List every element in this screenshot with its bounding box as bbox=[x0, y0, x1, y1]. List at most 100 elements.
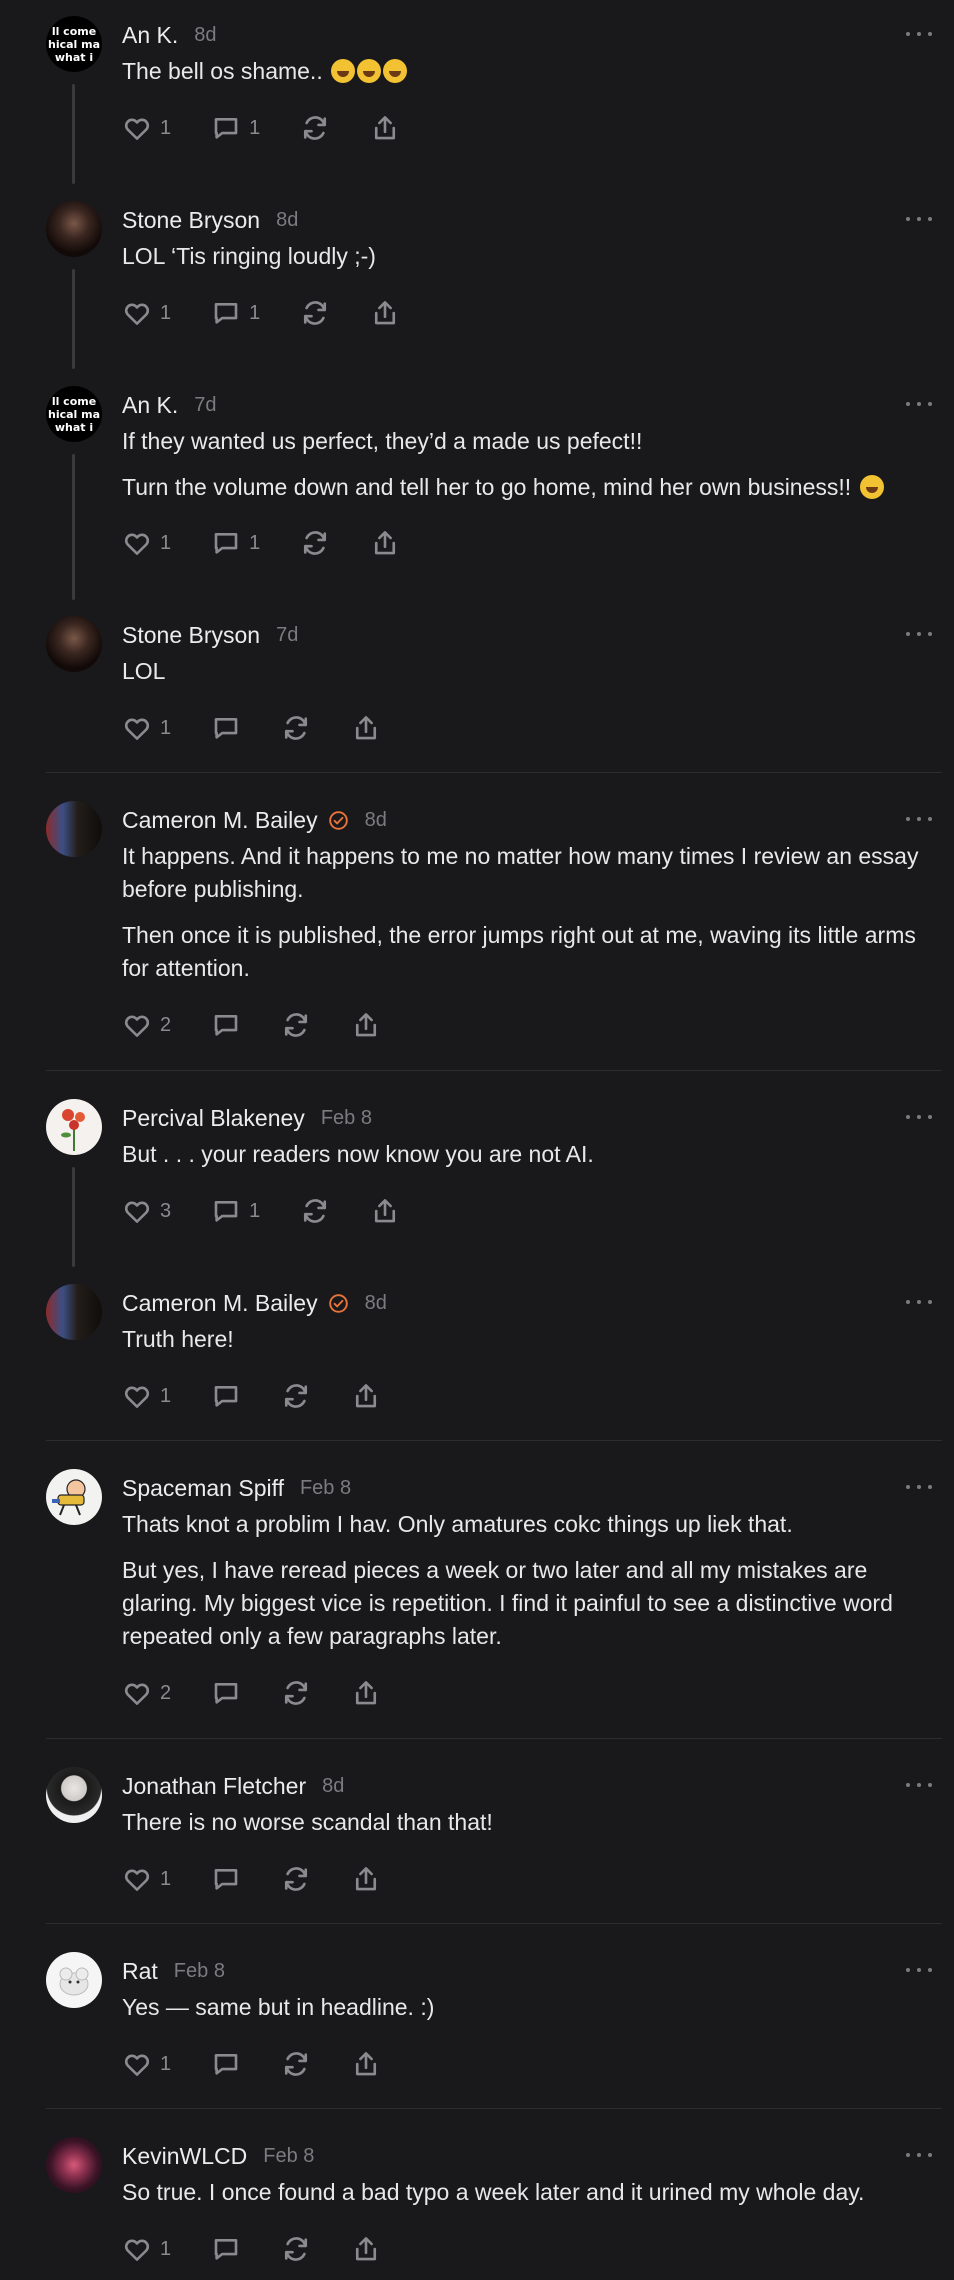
restack-button[interactable] bbox=[281, 2234, 311, 2264]
like-button[interactable]: 1 bbox=[122, 713, 171, 743]
laughing-emoji-icon bbox=[859, 475, 884, 499]
share-button[interactable] bbox=[351, 2049, 381, 2079]
timestamp[interactable]: Feb 8 bbox=[321, 1107, 372, 1130]
like-button[interactable]: 1 bbox=[122, 298, 171, 328]
comment-header: Cameron M. Bailey 8d bbox=[122, 805, 387, 835]
author-name[interactable]: Cameron M. Bailey bbox=[122, 1290, 318, 1317]
like-button[interactable]: 1 bbox=[122, 528, 171, 558]
more-options-button[interactable] bbox=[906, 1773, 932, 1797]
like-button[interactable]: 1 bbox=[122, 2049, 171, 2079]
more-options-button[interactable] bbox=[906, 1958, 932, 1982]
comment-actions: 1 1 bbox=[122, 526, 440, 560]
share-button[interactable] bbox=[351, 713, 381, 743]
share-button[interactable] bbox=[370, 113, 400, 143]
timestamp[interactable]: 8d bbox=[365, 809, 387, 832]
avatar[interactable] bbox=[46, 616, 102, 672]
more-options-button[interactable] bbox=[906, 1475, 932, 1499]
heart-icon bbox=[124, 1201, 150, 1223]
avatar[interactable] bbox=[46, 1284, 102, 1340]
comment-paragraph: But . . . your readers now know you are … bbox=[122, 1141, 594, 1167]
reply-button[interactable]: 1 bbox=[211, 113, 260, 143]
avatar[interactable] bbox=[46, 2137, 102, 2193]
timestamp[interactable]: 7d bbox=[194, 394, 216, 417]
avatar[interactable] bbox=[46, 1469, 102, 1525]
share-button[interactable] bbox=[351, 1010, 381, 1040]
avatar[interactable] bbox=[46, 201, 102, 257]
like-button[interactable]: 1 bbox=[122, 1381, 171, 1411]
reply-button[interactable] bbox=[211, 2234, 241, 2264]
reply-button[interactable] bbox=[211, 1381, 241, 1411]
reply-button[interactable]: 1 bbox=[211, 298, 260, 328]
like-button[interactable]: 3 bbox=[122, 1196, 171, 1226]
more-options-button[interactable] bbox=[906, 622, 932, 646]
avatar[interactable] bbox=[46, 1952, 102, 2008]
timestamp[interactable]: 8d bbox=[365, 1292, 387, 1315]
like-button[interactable]: 2 bbox=[122, 1010, 171, 1040]
reply-button[interactable] bbox=[211, 713, 241, 743]
thread-line bbox=[72, 1167, 75, 1267]
like-count: 2 bbox=[160, 1013, 172, 1036]
timestamp[interactable]: Feb 8 bbox=[300, 1477, 351, 1500]
more-options-button[interactable] bbox=[906, 392, 932, 416]
restack-button[interactable] bbox=[300, 1196, 330, 1226]
avatar[interactable] bbox=[46, 801, 102, 857]
restack-button[interactable] bbox=[300, 113, 330, 143]
author-name[interactable]: Spaceman Spiff bbox=[122, 1475, 284, 1502]
more-options-button[interactable] bbox=[906, 1105, 932, 1129]
author-name[interactable]: Rat bbox=[122, 1958, 158, 1985]
thread-line bbox=[72, 454, 75, 600]
timestamp[interactable]: Feb 8 bbox=[174, 1960, 225, 1983]
restack-button[interactable] bbox=[281, 1010, 311, 1040]
author-name[interactable]: Cameron M. Bailey bbox=[122, 807, 318, 834]
more-options-button[interactable] bbox=[906, 1290, 932, 1314]
share-button[interactable] bbox=[351, 2234, 381, 2264]
share-button[interactable] bbox=[370, 298, 400, 328]
restack-button[interactable] bbox=[281, 1381, 311, 1411]
reply-button[interactable] bbox=[211, 1864, 241, 1894]
author-name[interactable]: An K. bbox=[122, 22, 178, 49]
restack-button[interactable] bbox=[300, 298, 330, 328]
author-name[interactable]: An K. bbox=[122, 392, 178, 419]
restack-button[interactable] bbox=[300, 528, 330, 558]
author-name[interactable]: Percival Blakeney bbox=[122, 1105, 305, 1132]
more-options-button[interactable] bbox=[906, 22, 932, 46]
timestamp[interactable]: Feb 8 bbox=[263, 2145, 314, 2168]
restack-button[interactable] bbox=[281, 1864, 311, 1894]
reply-button[interactable]: 1 bbox=[211, 528, 260, 558]
more-options-button[interactable] bbox=[906, 207, 932, 231]
comment-header: KevinWLCD Feb 8 bbox=[122, 2141, 314, 2171]
heart-icon bbox=[124, 1683, 150, 1705]
avatar[interactable]: ll come hical ma what i bbox=[46, 16, 102, 72]
more-options-button[interactable] bbox=[906, 807, 932, 831]
like-count: 1 bbox=[160, 531, 172, 554]
author-name[interactable]: KevinWLCD bbox=[122, 2143, 247, 2170]
timestamp[interactable]: 7d bbox=[276, 624, 298, 647]
like-button[interactable]: 1 bbox=[122, 1864, 171, 1894]
heart-icon bbox=[124, 533, 150, 555]
author-name[interactable]: Stone Bryson bbox=[122, 622, 260, 649]
reply-button[interactable]: 1 bbox=[211, 1196, 260, 1226]
timestamp[interactable]: 8d bbox=[194, 24, 216, 47]
timestamp[interactable]: 8d bbox=[322, 1775, 344, 1798]
share-button[interactable] bbox=[351, 1864, 381, 1894]
share-button[interactable] bbox=[370, 528, 400, 558]
restack-button[interactable] bbox=[281, 713, 311, 743]
like-button[interactable]: 1 bbox=[122, 2234, 171, 2264]
like-button[interactable]: 1 bbox=[122, 113, 171, 143]
avatar[interactable]: ll come hical ma what i bbox=[46, 386, 102, 442]
reply-button[interactable] bbox=[211, 2049, 241, 2079]
more-options-button[interactable] bbox=[906, 2143, 932, 2167]
share-button[interactable] bbox=[370, 1196, 400, 1226]
like-button[interactable]: 2 bbox=[122, 1678, 171, 1708]
author-name[interactable]: Stone Bryson bbox=[122, 207, 260, 234]
restack-button[interactable] bbox=[281, 1678, 311, 1708]
avatar[interactable] bbox=[46, 1767, 102, 1823]
timestamp[interactable]: 8d bbox=[276, 209, 298, 232]
restack-button[interactable] bbox=[281, 2049, 311, 2079]
reply-button[interactable] bbox=[211, 1010, 241, 1040]
reply-button[interactable] bbox=[211, 1678, 241, 1708]
share-button[interactable] bbox=[351, 1381, 381, 1411]
author-name[interactable]: Jonathan Fletcher bbox=[122, 1773, 306, 1800]
share-button[interactable] bbox=[351, 1678, 381, 1708]
avatar[interactable] bbox=[46, 1099, 102, 1155]
